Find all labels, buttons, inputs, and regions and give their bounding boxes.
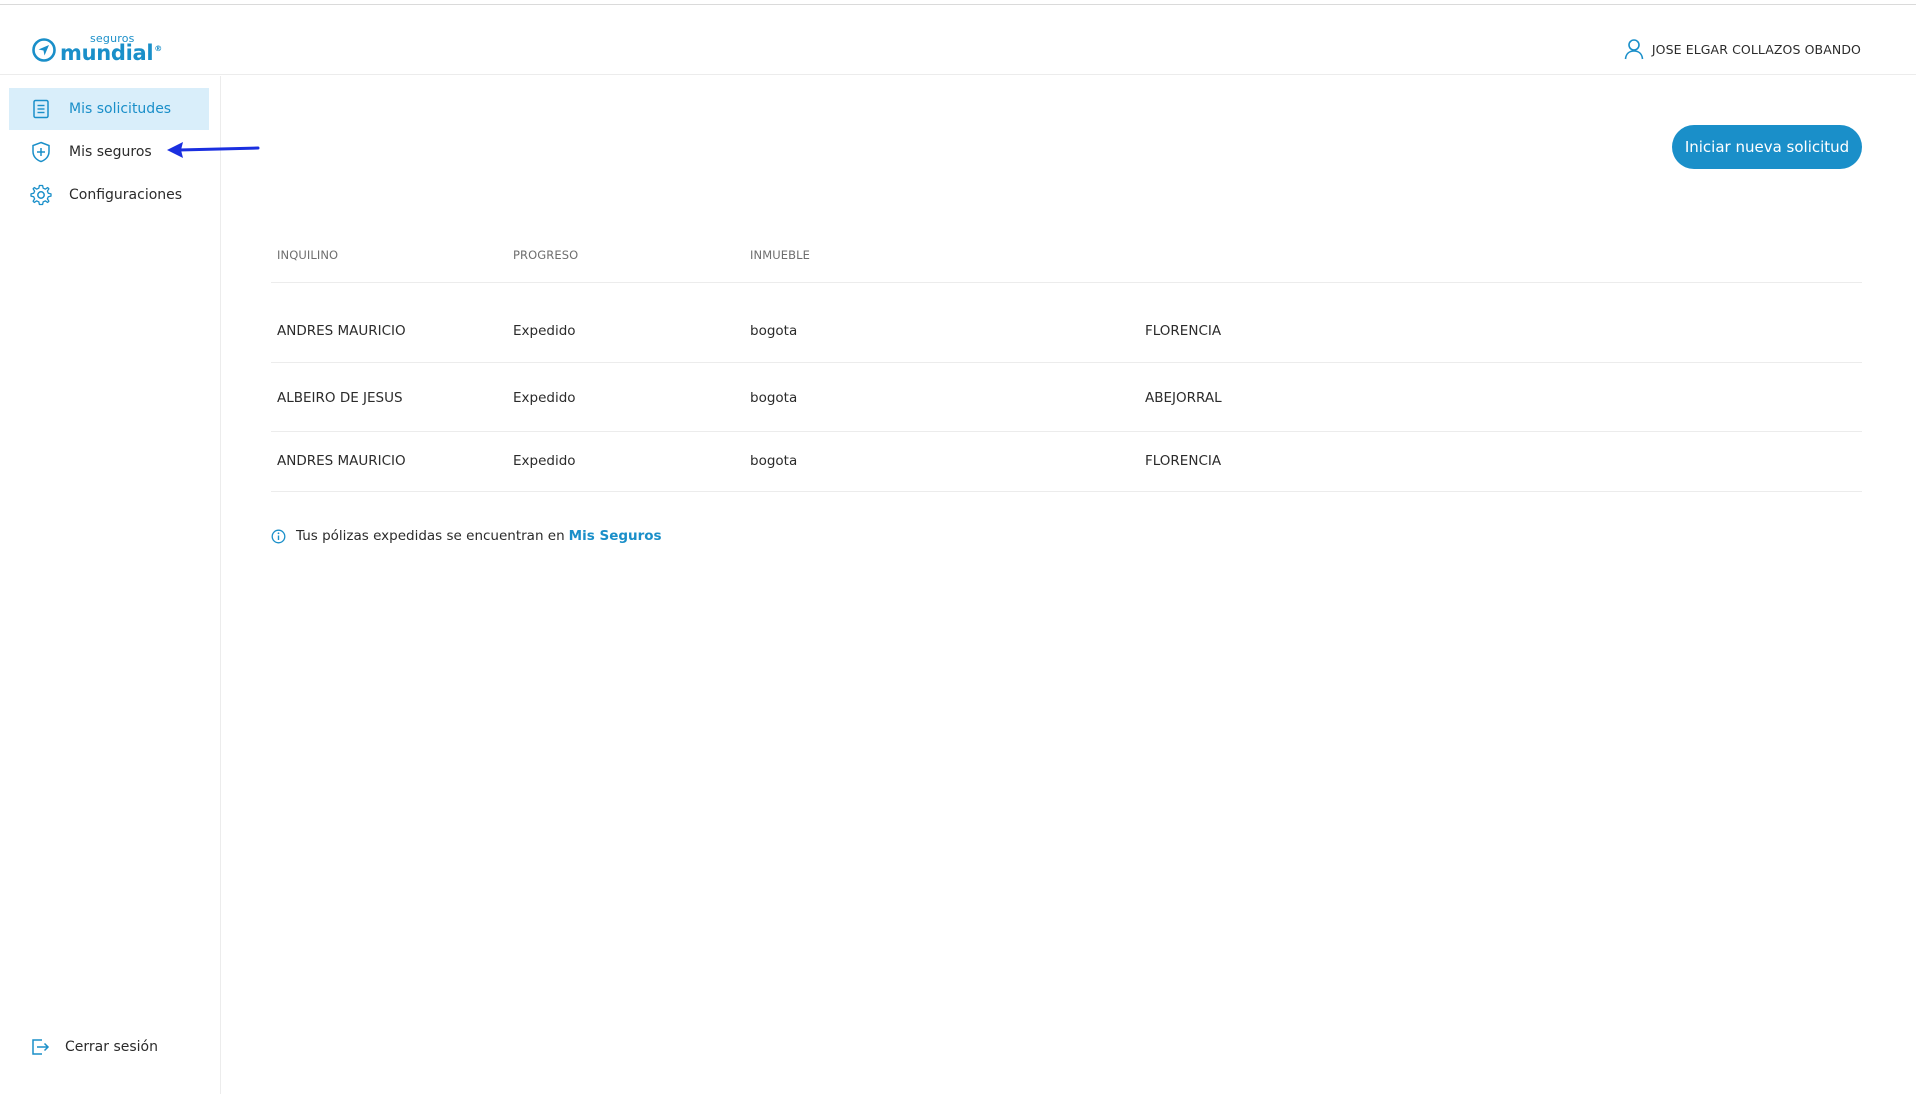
seguros-mundial-logo[interactable]: seguros mundial® [31, 33, 162, 67]
cell-inmueble: bogota [750, 453, 798, 469]
table-row[interactable]: ANDRES MAURICIO Expedido bogota FLORENCI… [271, 283, 1862, 363]
cell-inmueble: bogota [750, 323, 798, 339]
shield-plus-icon [30, 141, 52, 163]
info-message: Tus pólizas expedidas se encuentran en M… [271, 528, 662, 544]
logo-main-text: mundial® [60, 40, 162, 65]
sidebar-item-label: Mis seguros [69, 144, 152, 160]
cell-inmueble: bogota [750, 390, 798, 406]
user-icon [1624, 39, 1644, 60]
gear-icon [30, 184, 52, 206]
app-header: seguros mundial® JOSE ELGAR COLLAZOS OBA… [0, 5, 1916, 75]
mis-seguros-link[interactable]: Mis Seguros [569, 528, 662, 544]
table-row[interactable]: ANDRES MAURICIO Expedido bogota FLORENCI… [271, 432, 1862, 492]
cell-progreso: Expedido [513, 323, 576, 339]
user-name: JOSE ELGAR COLLAZOS OBANDO [1651, 41, 1861, 57]
column-header-inquilino: INQUILINO [277, 248, 339, 262]
logout-icon [32, 1039, 50, 1055]
document-icon [30, 98, 52, 120]
cell-inquilino: ALBEIRO DE JESUS [277, 390, 403, 406]
requests-table: INQUILINO PROGRESO INMUEBLE ANDRES MAURI… [271, 235, 1862, 492]
logo-wordmark: seguros mundial® [60, 33, 162, 64]
cell-progreso: Expedido [513, 390, 576, 406]
column-header-progreso: PROGRESO [513, 248, 579, 262]
cell-progreso: Expedido [513, 453, 576, 469]
sidebar-item-configuraciones[interactable]: Configuraciones [9, 174, 209, 216]
sidebar: Mis solicitudes Mis seguros Configuracio… [0, 76, 221, 1094]
cell-ciudad: FLORENCIA [1145, 323, 1222, 339]
new-request-button[interactable]: Iniciar nueva solicitud [1672, 125, 1862, 169]
column-header-inmueble: INMUEBLE [750, 248, 810, 262]
cell-ciudad: ABEJORRAL [1145, 390, 1222, 406]
sidebar-item-label: Configuraciones [69, 187, 183, 203]
info-text: Tus pólizas expedidas se encuentran en [296, 528, 565, 544]
table-header: INQUILINO PROGRESO INMUEBLE [271, 235, 1862, 283]
logout-button[interactable]: Cerrar sesión [30, 1037, 158, 1057]
logout-label: Cerrar sesión [65, 1039, 158, 1055]
sidebar-item-label: Mis solicitudes [69, 101, 172, 117]
sidebar-item-mis-solicitudes[interactable]: Mis solicitudes [9, 88, 209, 130]
cell-ciudad: FLORENCIA [1145, 453, 1222, 469]
table-row[interactable]: ALBEIRO DE JESUS Expedido bogota ABEJORR… [271, 363, 1862, 432]
cell-inquilino: ANDRES MAURICIO [277, 323, 406, 339]
logo-compass-icon [32, 38, 56, 62]
info-icon [271, 529, 286, 543]
annotation-arrow-icon [167, 142, 260, 158]
cell-inquilino: ANDRES MAURICIO [277, 453, 406, 469]
user-menu[interactable]: JOSE ELGAR COLLAZOS OBANDO [1624, 38, 1861, 60]
